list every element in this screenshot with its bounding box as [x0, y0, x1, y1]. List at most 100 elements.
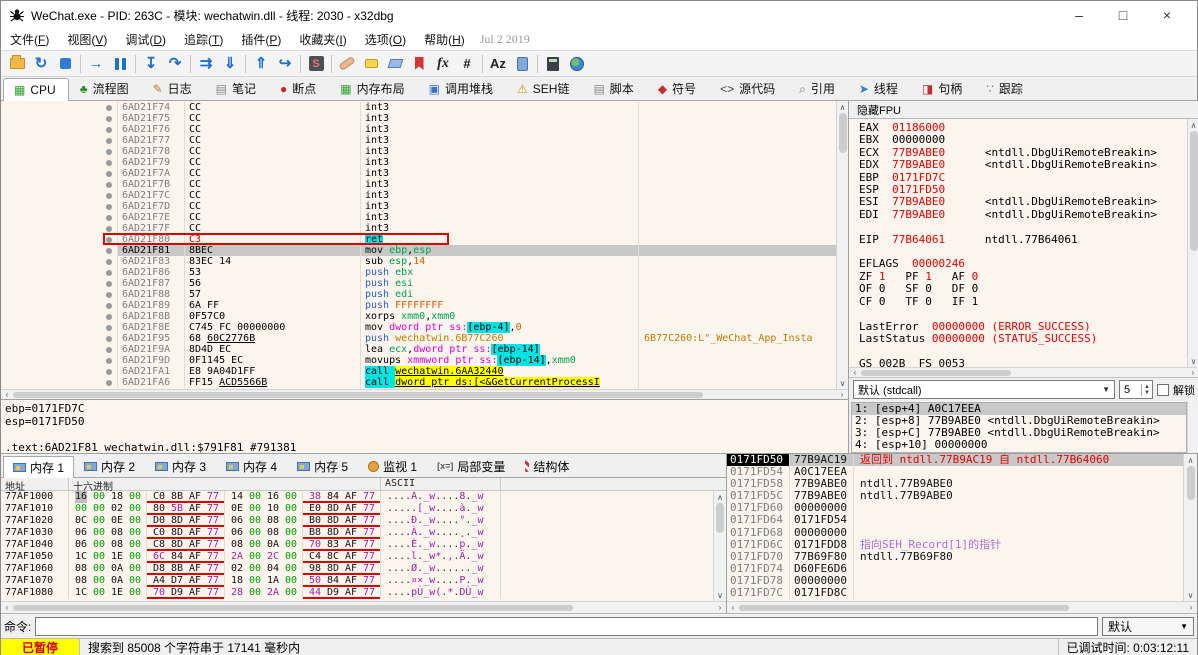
stepper-arrows-icon[interactable]: ▲▼ [1141, 384, 1152, 396]
dump-row[interactable]: 77AF107008000A00A4D7AF7718001A005084AF77… [1, 575, 713, 587]
disasm-row[interactable]: 6AD21F7CCCint3 [1, 190, 836, 201]
hide-fpu-button[interactable]: 隐藏FPU [849, 101, 1198, 119]
arguments-vscrollbar[interactable] [1187, 401, 1198, 453]
disasm-row[interactable]: 6AD21F8B0F57C0xorps xmm0,xmm0 [1, 311, 836, 322]
stack-hscrollbar[interactable]: ‹ › [727, 601, 1197, 613]
dump-tab-内存 2[interactable]: 内存 2 [74, 455, 145, 477]
dump-vscrollbar[interactable]: ∧ ∨ [713, 491, 726, 601]
dump-row[interactable]: 77AF10501C001E006C84AF772A002C00C48CAF77… [1, 551, 713, 563]
disasm-row[interactable]: 6AD21F77CCint3 [1, 135, 836, 146]
dump-tab-局部变量[interactable]: [x=]局部变量 [427, 455, 515, 477]
dump-row[interactable]: 77AF106008000A00D88BAF7702000400988DAF77… [1, 563, 713, 575]
minimize-button[interactable]: – [1057, 2, 1101, 28]
labels-icon[interactable] [383, 53, 407, 75]
disasm-row[interactable]: 6AD21F8857push edi [1, 289, 836, 300]
disasm-row[interactable]: 6AD21F76CCint3 [1, 124, 836, 135]
disasm-row[interactable]: 6AD21F7DCCint3 [1, 201, 836, 212]
stack-row[interactable]: 0171FD6800000000 [727, 527, 1183, 539]
tab-源代码[interactable]: <>源代码 [709, 77, 788, 100]
disasm-row[interactable]: 6AD21F9568 60C2776Bpush wechatwin.6B77C2… [1, 333, 836, 344]
disasm-row[interactable]: 6AD21F75CCint3 [1, 113, 836, 124]
register-line[interactable]: EIP 77B64061 ntdll.77B64061 [859, 234, 1187, 246]
tab-笔记[interactable]: ▤笔记 [205, 77, 269, 100]
stack-row[interactable]: 0171FD6C0171FDD8指向SEH_Record[1]的指针 [727, 539, 1183, 551]
run-to-user-code-icon[interactable]: ↪ [273, 53, 297, 75]
command-profile-select[interactable]: 默认▼ [1102, 617, 1194, 636]
tab-引用[interactable]: ⌕引用 [788, 77, 848, 100]
maximize-button[interactable]: □ [1101, 2, 1145, 28]
tab-断点[interactable]: ●断点 [269, 77, 329, 100]
dump-tab-内存 3[interactable]: 内存 3 [145, 455, 216, 477]
disassembly-hscrollbar[interactable]: ‹ › [1, 389, 848, 399]
disasm-row[interactable]: 6AD21FA1E8 9A04D1FFcall wechatwin.6AA324… [1, 366, 836, 377]
registers-hscrollbar[interactable]: ‹ › [849, 367, 1198, 377]
internet-icon[interactable] [565, 53, 589, 75]
register-line[interactable]: LastStatus 00000000 (STATUS_SUCCESS) [859, 333, 1187, 345]
argument-list[interactable]: 1: [esp+4] A0C17EEA2: [esp+8] 77B9ABE0 <… [851, 402, 1187, 453]
stack-row[interactable]: 0171FD7C0171FD8C [727, 587, 1183, 599]
argument-row[interactable]: 4: [esp+10] 00000000 [852, 439, 1186, 451]
disasm-row[interactable]: 6AD21F896A FFpush FFFFFFFF [1, 300, 836, 311]
dump-row[interactable]: 77AF100016001800C08BAF77140016003884AF77… [1, 491, 713, 503]
restart-icon[interactable]: ↻ [29, 53, 53, 75]
tab-脚本[interactable]: ▤脚本 [582, 77, 646, 100]
pause-icon[interactable] [108, 53, 132, 75]
dump-tab-内存 4[interactable]: 内存 4 [216, 455, 287, 477]
disasm-row[interactable]: 6AD21F9A8D4D EClea ecx,dword ptr ss:[ebp… [1, 344, 836, 355]
disasm-row[interactable]: 6AD21F8653push ebx [1, 267, 836, 278]
menu-item[interactable]: 插件(P) [232, 29, 290, 50]
step-out-icon[interactable]: ⇓ [218, 53, 242, 75]
disasm-row[interactable]: 6AD21F7ECCint3 [1, 212, 836, 223]
dump-row[interactable]: 77AF103006000800C08DAF7706000800B88DAF77… [1, 527, 713, 539]
calling-convention-select[interactable]: 默认 (stdcall)▼ [853, 380, 1115, 399]
dump-row[interactable]: 77AF101000000200805BAF770E001000E08DAF77… [1, 503, 713, 515]
tab-流程图[interactable]: ♣流程图 [69, 77, 142, 100]
dump-tab-内存 1[interactable]: 内存 1 [3, 456, 74, 478]
disassembly-vscrollbar[interactable]: ∧ ∨ [836, 101, 848, 389]
tab-CPU[interactable]: ▦CPU [3, 78, 69, 101]
tab-跟踪[interactable]: ∵跟踪 [975, 77, 1036, 100]
disasm-row[interactable]: 6AD21F9D0F1145 ECmovups xmmword ptr ss:[… [1, 355, 836, 366]
dump-tab-内存 5[interactable]: 内存 5 [287, 455, 358, 477]
register-line[interactable]: CF 0 TF 0 IF 1 [859, 296, 1187, 308]
patches-icon[interactable] [335, 53, 359, 75]
stack-vscrollbar[interactable]: ∧ ∨ [1183, 454, 1197, 601]
command-input[interactable] [35, 617, 1098, 636]
menu-item[interactable]: 视图(V) [58, 29, 116, 50]
dump-tab-结构体[interactable]: 结构体 [515, 455, 579, 477]
execute-till-return-icon[interactable]: ⇑ [249, 53, 273, 75]
disasm-row[interactable]: 6AD21F8EC745 FC 00000000mov dword ptr ss… [1, 322, 836, 333]
tab-内存布局[interactable]: ▦内存布局 [329, 77, 417, 100]
open-file-icon[interactable] [5, 53, 29, 75]
register-line[interactable]: EDI 77B9ABE0 <ntdll.DbgUiRemoteBreakin> [859, 209, 1187, 221]
step-over-icon[interactable]: ↷ [163, 53, 187, 75]
tab-符号[interactable]: ◆符号 [647, 77, 709, 100]
disasm-row[interactable]: 6AD21F8756push esi [1, 278, 836, 289]
menu-item[interactable]: 收藏夹(I) [290, 29, 355, 50]
disasm-row[interactable]: 6AD21F79CCint3 [1, 157, 836, 168]
stop-icon[interactable] [53, 53, 77, 75]
calculator-icon[interactable] [541, 53, 565, 75]
menu-item[interactable]: 帮助(H) [415, 29, 474, 50]
disasm-row[interactable]: 6AD21F74CCint3 [1, 102, 836, 113]
tab-日志[interactable]: ✎日志 [142, 77, 205, 100]
dump-row[interactable]: 77AF104006000800C88DAF7708000A007083AF77… [1, 539, 713, 551]
disasm-row[interactable]: 6AD21F80C3ret [1, 234, 836, 245]
animate-into-icon[interactable]: ⇉ [194, 53, 218, 75]
tab-SEH链[interactable]: ⚠SEH链 [506, 77, 582, 100]
run-icon[interactable]: → [84, 53, 108, 75]
mnemonic-help-icon[interactable] [510, 53, 534, 75]
dump-tab-监视 1[interactable]: 监视 1 [358, 455, 427, 477]
strings-icon[interactable]: S [304, 53, 328, 75]
disasm-row[interactable]: 6AD21F7FCCint3 [1, 223, 836, 234]
functions-icon[interactable]: fx [431, 53, 455, 75]
bookmarks-icon[interactable] [407, 53, 431, 75]
menu-item[interactable]: 选项(O) [356, 29, 415, 50]
disasm-row[interactable]: 6AD21F7ACCint3 [1, 168, 836, 179]
menu-item[interactable]: 文件(F) [1, 29, 58, 50]
dump-row[interactable]: 77AF10200C000E00D08DAF7706000800B08DAF77… [1, 515, 713, 527]
unlock-checkbox[interactable] [1157, 384, 1169, 396]
register-list[interactable]: EAX 01186000EBX 00000000ECX 77B9ABE0 <nt… [849, 119, 1187, 367]
dump-row[interactable]: 77AF10801C001E0070D9AF7728002A0044D9AF77… [1, 587, 713, 599]
case-sensitive-icon[interactable]: Az [486, 53, 510, 75]
